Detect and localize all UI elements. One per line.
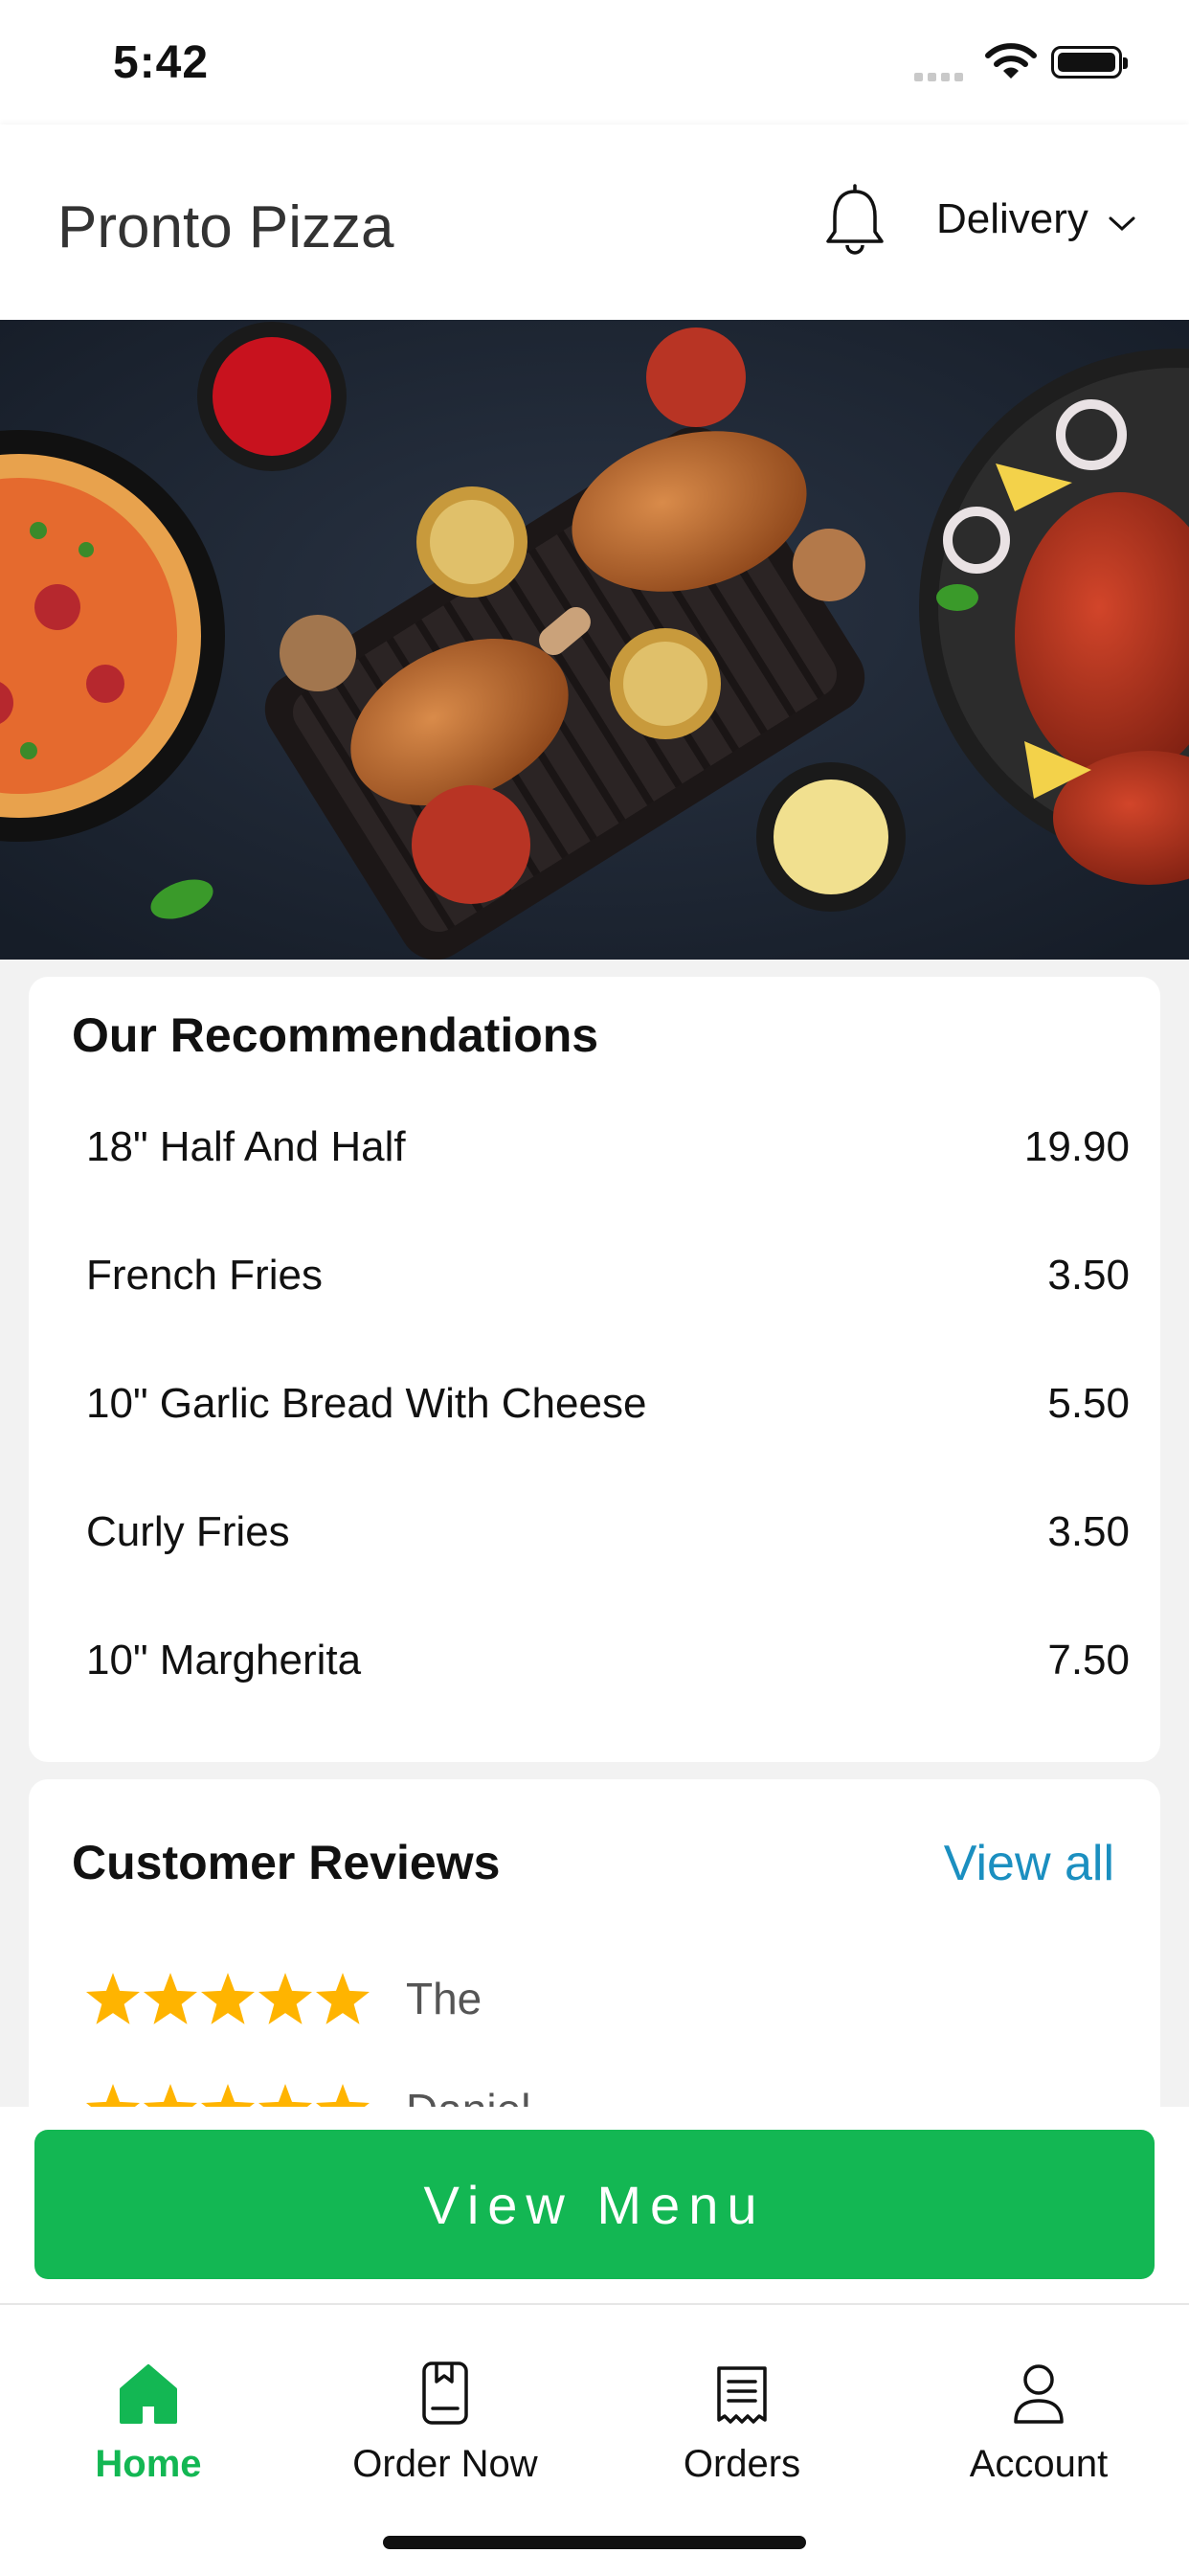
customer-reviews-card: Customer Reviews View all The Daniel xyxy=(29,1779,1160,2143)
recommendations-card: Our Recommendations 18" Half And Half 19… xyxy=(29,977,1160,1762)
menu-item-price: 3.50 xyxy=(1047,1252,1130,1299)
menu-item-row[interactable]: 18" Half And Half 19.90 xyxy=(86,1109,1130,1186)
star-icon xyxy=(144,1973,197,2024)
app-header: Pronto Pizza Delivery xyxy=(0,124,1189,320)
menu-item-name: Curly Fries xyxy=(86,1508,290,1555)
menu-item-name: French Fries xyxy=(86,1252,323,1299)
status-time: 5:42 xyxy=(113,37,210,88)
tab-account[interactable]: Account xyxy=(890,2343,1187,2486)
tab-label: Order Now xyxy=(352,2443,538,2485)
recommendations-heading: Our Recommendations xyxy=(72,1008,599,1062)
user-icon xyxy=(890,2343,1187,2426)
menu-item-price: 19.90 xyxy=(1023,1123,1130,1170)
reviews-heading: Customer Reviews xyxy=(72,1836,501,1889)
menu-item-price: 7.50 xyxy=(1047,1637,1130,1683)
battery-icon xyxy=(1051,46,1128,79)
wifi-icon xyxy=(984,42,1038,87)
delivery-mode-label: Delivery xyxy=(936,195,1088,242)
menu-item-price: 3.50 xyxy=(1047,1508,1130,1555)
home-icon xyxy=(0,2343,297,2426)
page-title: Pronto Pizza xyxy=(57,194,394,260)
cellular-signal-icon xyxy=(914,69,970,81)
hero-banner-image xyxy=(0,320,1189,960)
review-text: The xyxy=(406,1974,482,2023)
star-icon xyxy=(258,1973,312,2024)
menu-item-row[interactable]: 10" Garlic Bread With Cheese 5.50 xyxy=(86,1366,1130,1442)
view-all-reviews-link[interactable]: View all xyxy=(944,1835,1114,1892)
receipt-icon xyxy=(594,2343,890,2426)
tab-orders[interactable]: Orders xyxy=(594,2343,890,2486)
star-icon xyxy=(201,1973,255,2024)
tab-order-now[interactable]: Order Now xyxy=(297,2343,594,2486)
bell-icon[interactable] xyxy=(821,184,888,265)
status-bar: 5:42 xyxy=(0,0,1189,124)
menu-item-name: 10" Margherita xyxy=(86,1637,362,1683)
order-book-icon xyxy=(297,2343,594,2426)
menu-item-name: 10" Garlic Bread With Cheese xyxy=(86,1380,647,1427)
menu-item-name: 18" Half And Half xyxy=(86,1123,406,1170)
chevron-down-icon xyxy=(1108,195,1136,243)
delivery-mode-dropdown[interactable]: Delivery xyxy=(936,195,1136,243)
menu-item-row[interactable]: Curly Fries 3.50 xyxy=(86,1494,1130,1570)
view-menu-button[interactable]: View Menu xyxy=(34,2130,1155,2279)
star-icon xyxy=(86,1973,140,2024)
star-rating xyxy=(86,1973,370,2024)
review-item[interactable]: The xyxy=(86,1973,482,2024)
tab-home[interactable]: Home xyxy=(0,2343,297,2486)
menu-item-price: 5.50 xyxy=(1047,1380,1130,1427)
star-icon xyxy=(316,1973,370,2024)
tab-label: Home xyxy=(95,2443,202,2485)
menu-item-row[interactable]: 10" Margherita 7.50 xyxy=(86,1622,1130,1699)
tab-label: Orders xyxy=(683,2443,801,2485)
home-indicator xyxy=(383,2536,806,2549)
tab-label: Account xyxy=(969,2443,1109,2485)
menu-item-row[interactable]: French Fries 3.50 xyxy=(86,1237,1130,1314)
